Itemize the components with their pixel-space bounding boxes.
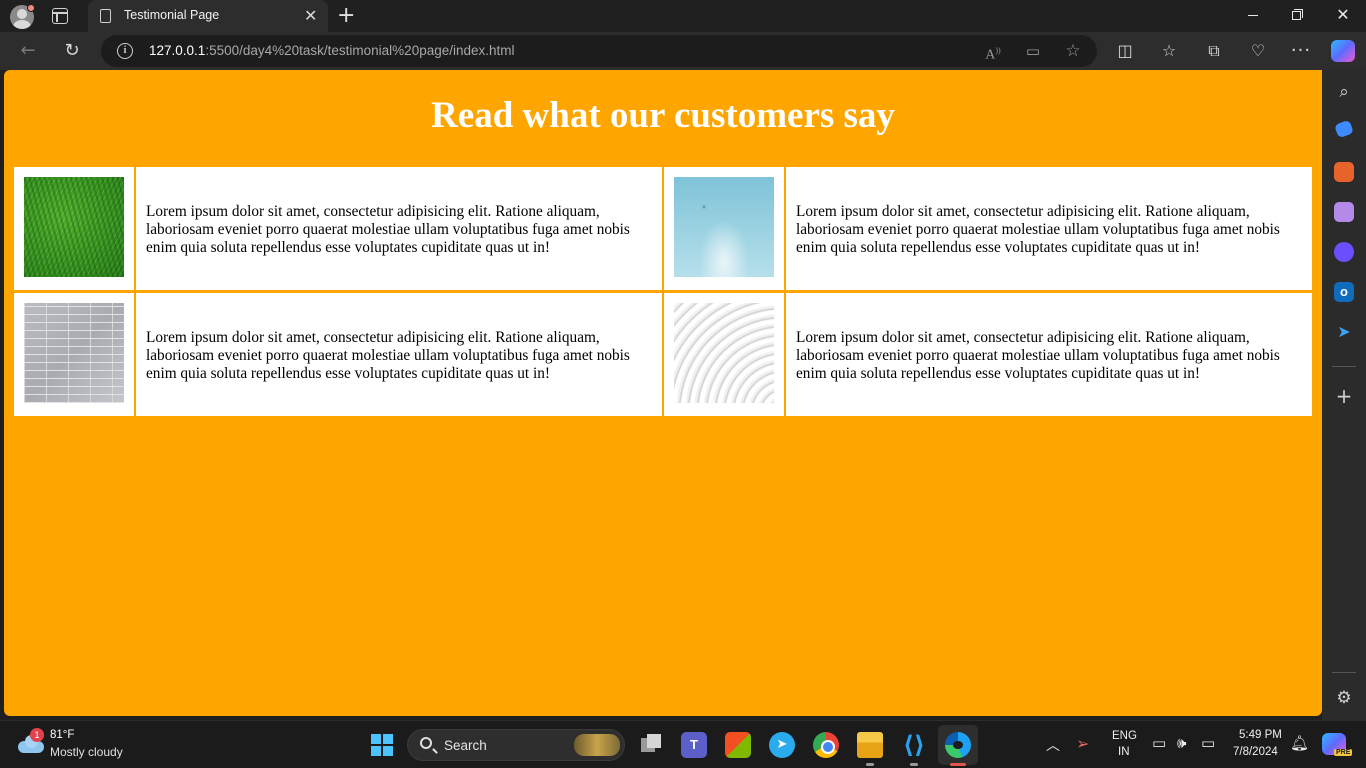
profile-notification-dot [27,4,35,12]
running-indicator [910,763,918,766]
volume-icon[interactable]: 🕪 [1177,734,1186,752]
collections-icon[interactable]: ⧉ [1203,40,1225,62]
add-icon[interactable]: + [1334,386,1354,406]
browser-toolbar: ← ↻ i 127.0.0.1:5500/day4%20task/testimo… [0,32,1366,70]
page-viewport: Read what our customers say Lorem ipsum … [4,70,1322,716]
restore-button[interactable] [1286,4,1308,26]
brick-wall-image [24,303,124,403]
testimonial-image-cell [14,167,134,290]
active-indicator [950,763,966,766]
browser-essentials-icon[interactable]: ♡ [1247,40,1269,62]
favorite-star-icon[interactable]: ☆ [1063,41,1083,61]
white-waves-image [674,303,774,403]
battery-icon[interactable]: ▭ [1201,734,1215,752]
site-info-icon[interactable]: i [117,43,133,59]
games-icon[interactable] [1334,202,1354,222]
search-icon[interactable]: ⌕ [1334,82,1354,102]
clock-time[interactable]: 5:49 PM [1239,729,1282,741]
search-icon [420,737,432,749]
language-indicator[interactable]: ENG [1112,730,1137,742]
chevron-up-icon[interactable]: ︿ [1046,735,1060,755]
address-bar[interactable]: i 127.0.0.1:5500/day4%20task/testimonial… [101,35,1097,67]
tab-testimonial-page[interactable]: Testimonial Page ✕ [88,0,328,32]
testimonial-text-cell: Lorem ipsum dolor sit amet, consectetur … [786,167,1312,290]
page-icon [100,9,111,23]
tab-strip: Testimonial Page ✕ + ✕ [0,0,1366,32]
weather-temperature[interactable]: 81°F [50,729,74,741]
clock-date[interactable]: 7/8/2024 [1233,746,1278,758]
outlook-icon[interactable]: o [1334,282,1354,302]
location-icon[interactable]: ➢ [1076,734,1089,753]
vscode-icon[interactable]: ⟨⟩ [901,732,927,758]
search-label: Search [444,738,487,753]
sidebar-divider [1332,672,1356,673]
testimonial-text: Lorem ipsum dolor sit amet, consectetur … [796,203,1280,256]
tab-close-icon[interactable]: ✕ [304,6,317,26]
weather-description[interactable]: Mostly cloudy [50,745,123,759]
language-region[interactable]: IN [1118,746,1130,758]
testimonial-text: Lorem ipsum dolor sit amet, consectetur … [146,203,630,256]
page-title: Read what our customers say [431,95,895,136]
minimize-button[interactable] [1242,4,1264,26]
file-explorer-icon[interactable] [857,732,883,758]
testimonial-grid: Lorem ipsum dolor sit amet, consectetur … [14,167,1312,417]
edge-sidebar: ⌕ o ➤ + ⚙ [1322,70,1366,720]
read-aloud-icon[interactable]: A)) [983,41,1003,63]
copilot-preview-badge: PRE [1334,749,1353,756]
copilot-icon[interactable] [1331,40,1355,62]
sky-image [674,177,774,277]
notification-bell-icon[interactable]: 🔔︎ [1290,734,1309,752]
edge-icon[interactable] [945,732,971,758]
testimonial-text-cell: Lorem ipsum dolor sit amet, consectetur … [786,293,1312,416]
testimonial-image-cell [664,293,784,416]
new-tab-button[interactable]: + [337,2,355,30]
favorites-icon[interactable]: ☆ [1158,40,1180,62]
close-window-button[interactable]: ✕ [1332,4,1354,26]
chrome-icon[interactable] [813,732,839,758]
sidebar-divider [1332,366,1356,367]
taskbar: 1 81°F Mostly cloudy Search T ➤ ⟨⟩ ︿ ➢ E… [0,720,1366,768]
testimonial-image-cell [664,167,784,290]
testimonial-image-cell [14,293,134,416]
more-icon[interactable]: ··· [1290,40,1312,62]
tab-title: Testimonial Page [124,8,220,22]
shopping-tag-icon[interactable] [1334,119,1354,139]
weather-badge: 1 [30,728,44,742]
tab-actions-icon[interactable] [52,8,68,24]
taskbar-search[interactable]: Search [407,729,625,761]
reload-icon[interactable]: ↻ [61,40,83,62]
tools-icon[interactable] [1334,162,1354,182]
settings-icon[interactable]: ⚙ [1334,688,1354,708]
testimonial-text-cell: Lorem ipsum dolor sit amet, consectetur … [136,293,662,416]
url-text[interactable]: 127.0.0.1:5500/day4%20task/testimonial%2… [149,43,515,58]
telegram-icon[interactable]: ➤ [769,732,795,758]
network-icon[interactable]: ▭ [1152,734,1166,752]
search-highlight-image [574,734,620,756]
running-indicator [866,763,874,766]
back-icon[interactable]: ← [17,40,39,62]
testimonial-text-cell: Lorem ipsum dolor sit amet, consectetur … [136,167,662,290]
task-view-icon[interactable] [639,732,665,758]
microsoft-store-icon[interactable] [725,732,751,758]
grass-image [24,177,124,277]
split-screen-icon[interactable]: ◫ [1114,40,1136,62]
start-button[interactable] [371,734,393,756]
send-icon[interactable]: ➤ [1334,322,1354,342]
teams-icon[interactable]: T [681,732,707,758]
immersive-reader-icon[interactable]: ▭ [1023,41,1043,61]
copilot-sidebar-icon[interactable] [1334,242,1354,262]
testimonial-text: Lorem ipsum dolor sit amet, consectetur … [146,329,630,382]
testimonial-text: Lorem ipsum dolor sit amet, consectetur … [796,329,1280,382]
